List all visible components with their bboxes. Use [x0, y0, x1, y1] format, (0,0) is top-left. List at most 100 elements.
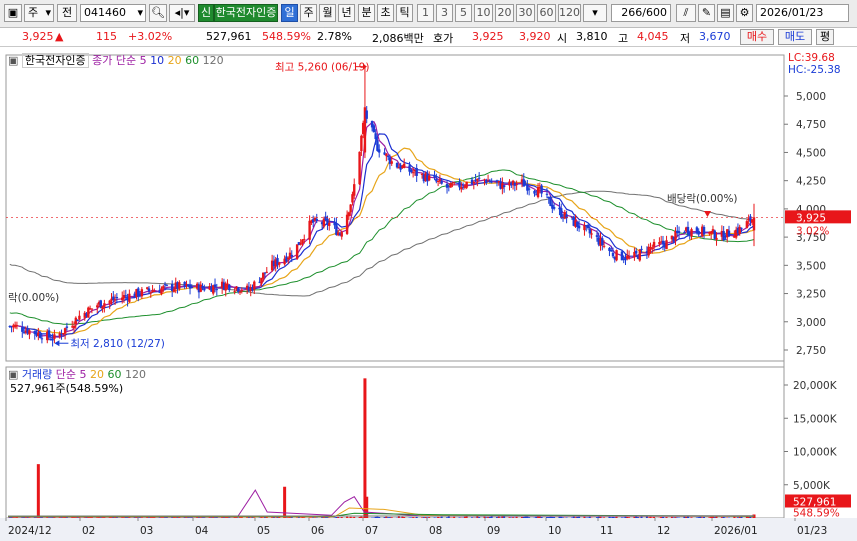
x-tick-label: 06 — [311, 525, 325, 537]
gear-icon[interactable]: ⚙ — [736, 4, 753, 22]
save-icon[interactable]: ▤ — [717, 4, 734, 22]
candle-body — [76, 319, 79, 322]
volume-bar — [635, 516, 638, 518]
tab-tick[interactable]: 틱 — [396, 4, 413, 22]
price-panel — [5, 54, 785, 362]
candle-body — [72, 325, 76, 328]
volume-bar — [622, 517, 625, 518]
x-tick-label: 07 — [365, 525, 378, 537]
candle-body — [96, 305, 99, 308]
candle-body — [378, 149, 381, 153]
price-tick-label: 4,250 — [796, 176, 826, 188]
sell-button[interactable]: 매도 — [778, 29, 812, 45]
volume-bar — [376, 516, 379, 518]
tab-day[interactable]: 일 — [281, 4, 298, 22]
volume-bar — [312, 517, 315, 518]
volume-bar — [465, 516, 468, 518]
candle-body — [253, 281, 256, 290]
volume-bar — [349, 516, 352, 518]
indicator-icon[interactable]: ⫽ — [676, 4, 696, 22]
minute-3[interactable]: 3 — [436, 4, 453, 22]
candle-body — [113, 299, 117, 301]
volume-bar — [262, 517, 265, 518]
period-type-select[interactable]: 전 — [57, 4, 77, 22]
current-volume-pct-tag: 548.59% — [793, 507, 840, 519]
volume-bar — [410, 517, 413, 518]
minute-10[interactable]: 10 — [474, 4, 493, 22]
minute-60[interactable]: 60 — [537, 4, 556, 22]
sound-icon[interactable]: ◂|▾ — [169, 4, 195, 22]
tab-week[interactable]: 주 — [300, 4, 317, 22]
candle-body — [233, 290, 236, 292]
candle-body — [301, 239, 304, 243]
minute-120[interactable]: 120 — [558, 4, 581, 22]
volume-bar — [649, 516, 652, 518]
x-tick-label: 11 — [600, 525, 613, 537]
price-legend-name[interactable]: 한국전자인증 — [21, 53, 89, 68]
candle-body — [228, 284, 231, 290]
tab-second[interactable]: 초 — [377, 4, 394, 22]
candle-body — [577, 225, 581, 229]
minute-5[interactable]: 5 — [455, 4, 472, 22]
volume-bar — [576, 516, 579, 518]
candle-body — [162, 286, 165, 289]
volume-bar — [353, 516, 356, 518]
candle-body — [549, 196, 552, 207]
count-value: 266 — [621, 6, 643, 19]
volume: 527,961 — [206, 30, 252, 43]
volume-bar — [540, 517, 543, 518]
minute-30[interactable]: 30 — [516, 4, 535, 22]
volume-bar — [440, 516, 443, 518]
volume-bar — [749, 516, 752, 518]
volume-bar — [699, 516, 702, 518]
volume-bar — [496, 517, 499, 518]
candle-body — [552, 207, 556, 209]
volume-bar — [340, 517, 343, 518]
chevron-down-icon: ▾ — [137, 6, 143, 19]
candle-body — [515, 184, 518, 186]
date-input[interactable]: 2026/01/23 — [756, 4, 849, 22]
code-input[interactable]: 041460 ▾ — [80, 4, 146, 22]
candle-body — [149, 292, 152, 294]
x-tick-label: 01/23 — [797, 525, 827, 537]
volume-bar — [620, 517, 623, 518]
price-change: 115 — [96, 30, 117, 43]
count-input[interactable]: 266/600 — [611, 4, 671, 22]
chart-area[interactable]: 5,0004,7504,5004,2504,0003,7503,5003,250… — [0, 47, 857, 541]
minute-20[interactable]: 20 — [495, 4, 514, 22]
market-select[interactable]: 주 ▾ — [24, 4, 54, 22]
candle-body — [497, 181, 500, 183]
search-icon[interactable]: 🔍︎ — [149, 4, 167, 22]
candle-body — [403, 163, 406, 168]
candle-body — [15, 325, 19, 327]
volume-bar — [453, 516, 456, 518]
candle-body — [665, 240, 668, 250]
volume-bar — [508, 517, 511, 518]
open-price: 3,810 — [576, 30, 608, 43]
minute-1[interactable]: 1 — [417, 4, 434, 22]
high-label: 고 — [618, 32, 629, 45]
volume-bar — [661, 516, 664, 518]
window-icon[interactable]: ▣ — [4, 4, 22, 22]
candle-body — [527, 188, 531, 190]
volume-bar — [515, 516, 518, 518]
candle-body — [652, 241, 656, 247]
volume-bar — [626, 517, 629, 518]
volume-bar — [62, 517, 65, 518]
volume-bar — [722, 516, 725, 518]
tab-minute[interactable]: 분 — [358, 4, 375, 22]
candle-body — [458, 181, 461, 188]
drawing-icon[interactable]: ✎ — [698, 4, 715, 22]
tab-year[interactable]: 년 — [338, 4, 355, 22]
buy-button[interactable]: 매수 — [740, 29, 774, 45]
volume-ratio: 548.59% — [262, 30, 311, 43]
evaluate-button[interactable]: 평 — [816, 29, 834, 45]
volume-bar — [610, 517, 613, 518]
candle-body — [303, 238, 306, 240]
volume-bar — [535, 516, 538, 518]
quote-label: 호가 — [433, 32, 454, 45]
minute-custom-select[interactable]: ▾ — [583, 4, 607, 22]
volume-bar — [740, 516, 743, 518]
volume-bar — [271, 517, 274, 518]
tab-month[interactable]: 월 — [319, 4, 336, 22]
